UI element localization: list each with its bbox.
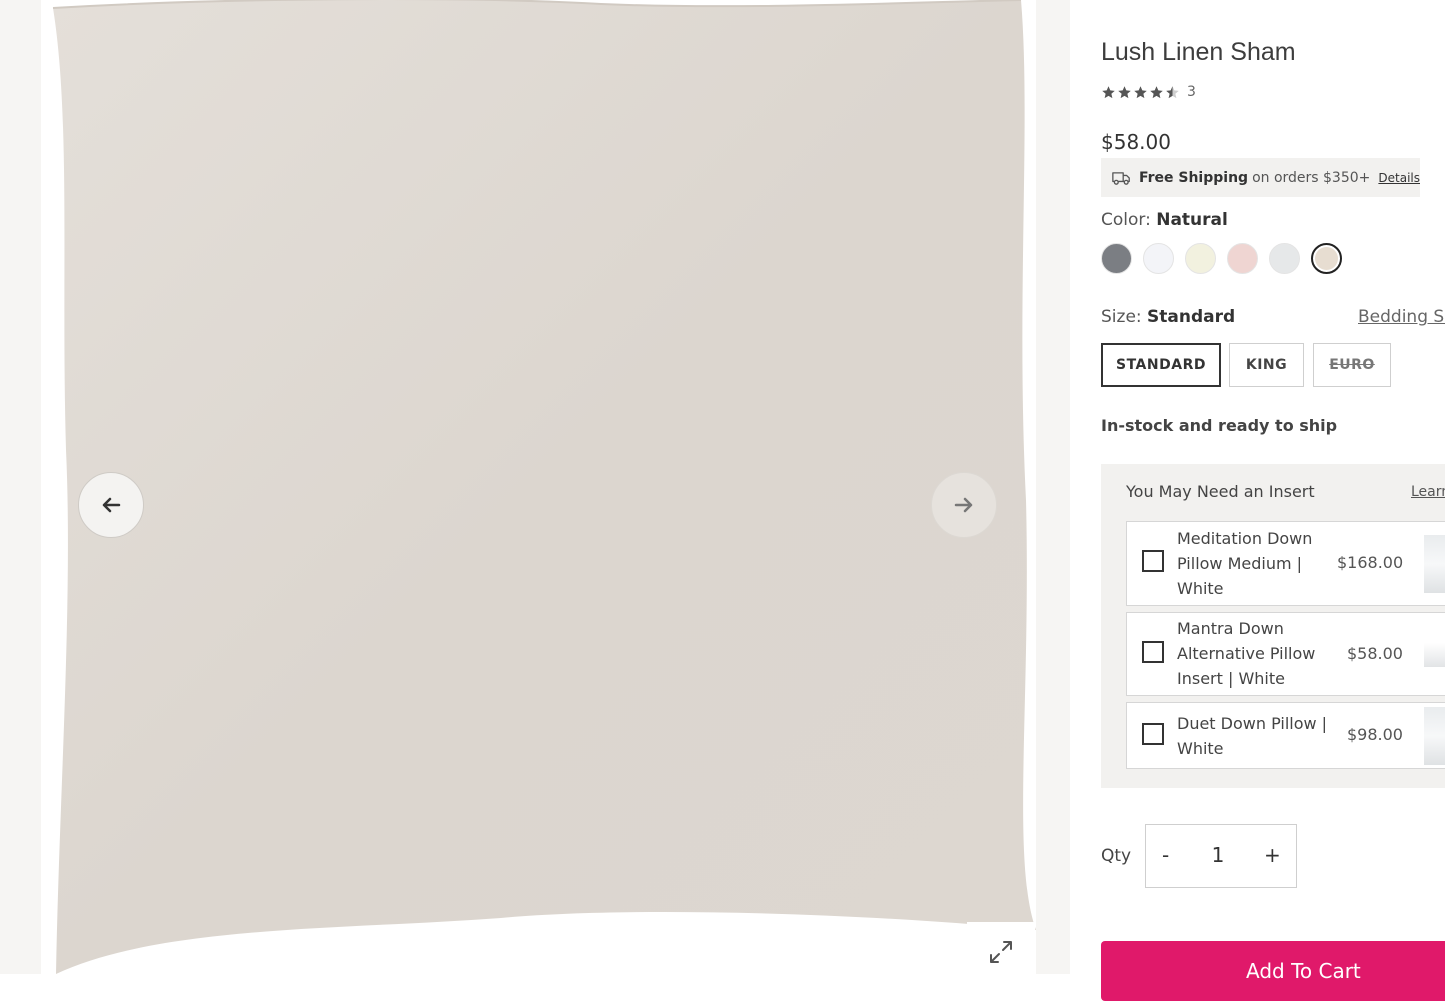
size-selection-label: Size: Standard: [1101, 307, 1235, 327]
star-full-icon: [1102, 85, 1115, 98]
quantity-input[interactable]: 1: [1208, 843, 1228, 867]
star-full-icon: [1134, 85, 1147, 98]
arrow-left-icon: [102, 497, 121, 513]
insert-name: Duet Down Pillow | White: [1177, 714, 1328, 758]
learn-more-link[interactable]: Learn: [1411, 484, 1445, 500]
add-to-cart-label: Add To Cart: [1246, 959, 1361, 983]
free-shipping-banner: Free Shipping on orders $350+ Details: [1101, 158, 1420, 197]
review-count: 3: [1187, 84, 1196, 100]
bedding-size-guide-link[interactable]: Bedding Siz: [1358, 307, 1445, 327]
arrow-right-icon: [954, 497, 973, 513]
color-label: Color:: [1101, 210, 1151, 230]
star-full-icon: [1118, 85, 1131, 98]
insert-upsell-section: You May Need an Insert Learn Meditation …: [1101, 464, 1445, 788]
expand-image-button[interactable]: [967, 922, 1035, 982]
product-details-panel: Lush Linen Sham 3 $58.00 Free Shipping o…: [1101, 0, 1445, 1001]
quantity-increase-button[interactable]: +: [1264, 843, 1281, 867]
swatch-blush[interactable]: [1227, 243, 1258, 274]
size-label: Size:: [1101, 307, 1142, 327]
insert-thumbnail: [1424, 643, 1445, 667]
star-half-icon: [1166, 85, 1179, 98]
swatch-ivory[interactable]: [1185, 243, 1216, 274]
insert-name: Meditation Down Pillow Medium | White: [1177, 529, 1313, 598]
selected-size-value: Standard: [1147, 307, 1236, 327]
swatch-charcoal[interactable]: [1101, 243, 1132, 274]
insert-thumbnail: [1424, 535, 1445, 593]
truck-icon: [1112, 171, 1130, 185]
quantity-decrease-button[interactable]: -: [1162, 843, 1169, 867]
insert-checkbox[interactable]: [1142, 641, 1164, 663]
product-image-gallery: [41, 0, 1036, 974]
product-image: [52, 0, 1036, 974]
product-price: $58.00: [1101, 130, 1171, 154]
product-rating[interactable]: 3: [1101, 84, 1196, 100]
quantity-label: Qty: [1101, 846, 1132, 866]
size-button-standard[interactable]: STANDARD: [1101, 343, 1221, 387]
insert-section-title: You May Need an Insert: [1126, 482, 1315, 501]
insert-option[interactable]: Duet Down Pillow | White $98.00: [1126, 702, 1445, 769]
insert-price: $58.00: [1347, 644, 1403, 663]
stock-status: In-stock and ready to ship: [1101, 416, 1338, 435]
swatch-mist[interactable]: [1269, 243, 1300, 274]
shipping-threshold-text: on orders $350+: [1252, 169, 1371, 186]
insert-checkbox[interactable]: [1142, 550, 1164, 572]
insert-option[interactable]: Mantra Down Alternative Pillow Insert | …: [1126, 612, 1445, 696]
swatch-natural[interactable]: [1311, 243, 1342, 274]
insert-name: Mantra Down Alternative Pillow Insert | …: [1177, 619, 1316, 688]
add-to-cart-button[interactable]: Add To Cart: [1101, 941, 1445, 1001]
gallery-next-button[interactable]: [931, 472, 997, 538]
color-selection-label: Color: Natural: [1101, 210, 1228, 230]
gallery-prev-button[interactable]: [78, 472, 144, 538]
star-full-icon: [1150, 85, 1163, 98]
size-button-king[interactable]: KING: [1229, 343, 1304, 387]
quantity-stepper: - 1 +: [1145, 824, 1297, 888]
selected-color-value: Natural: [1156, 210, 1228, 230]
expand-icon: [990, 941, 1012, 963]
product-title: Lush Linen Sham: [1101, 38, 1296, 66]
insert-option[interactable]: Meditation Down Pillow Medium | White $1…: [1126, 521, 1445, 606]
swatch-white[interactable]: [1143, 243, 1174, 274]
insert-thumbnail: [1424, 707, 1445, 765]
free-shipping-label: Free Shipping: [1138, 169, 1249, 186]
color-swatches: [1101, 243, 1353, 274]
insert-price: $168.00: [1337, 553, 1404, 572]
size-button-euro[interactable]: EURO: [1313, 343, 1391, 387]
insert-checkbox[interactable]: [1142, 723, 1164, 745]
insert-price: $98.00: [1347, 725, 1403, 744]
shipping-details-link[interactable]: Details: [1378, 171, 1420, 185]
